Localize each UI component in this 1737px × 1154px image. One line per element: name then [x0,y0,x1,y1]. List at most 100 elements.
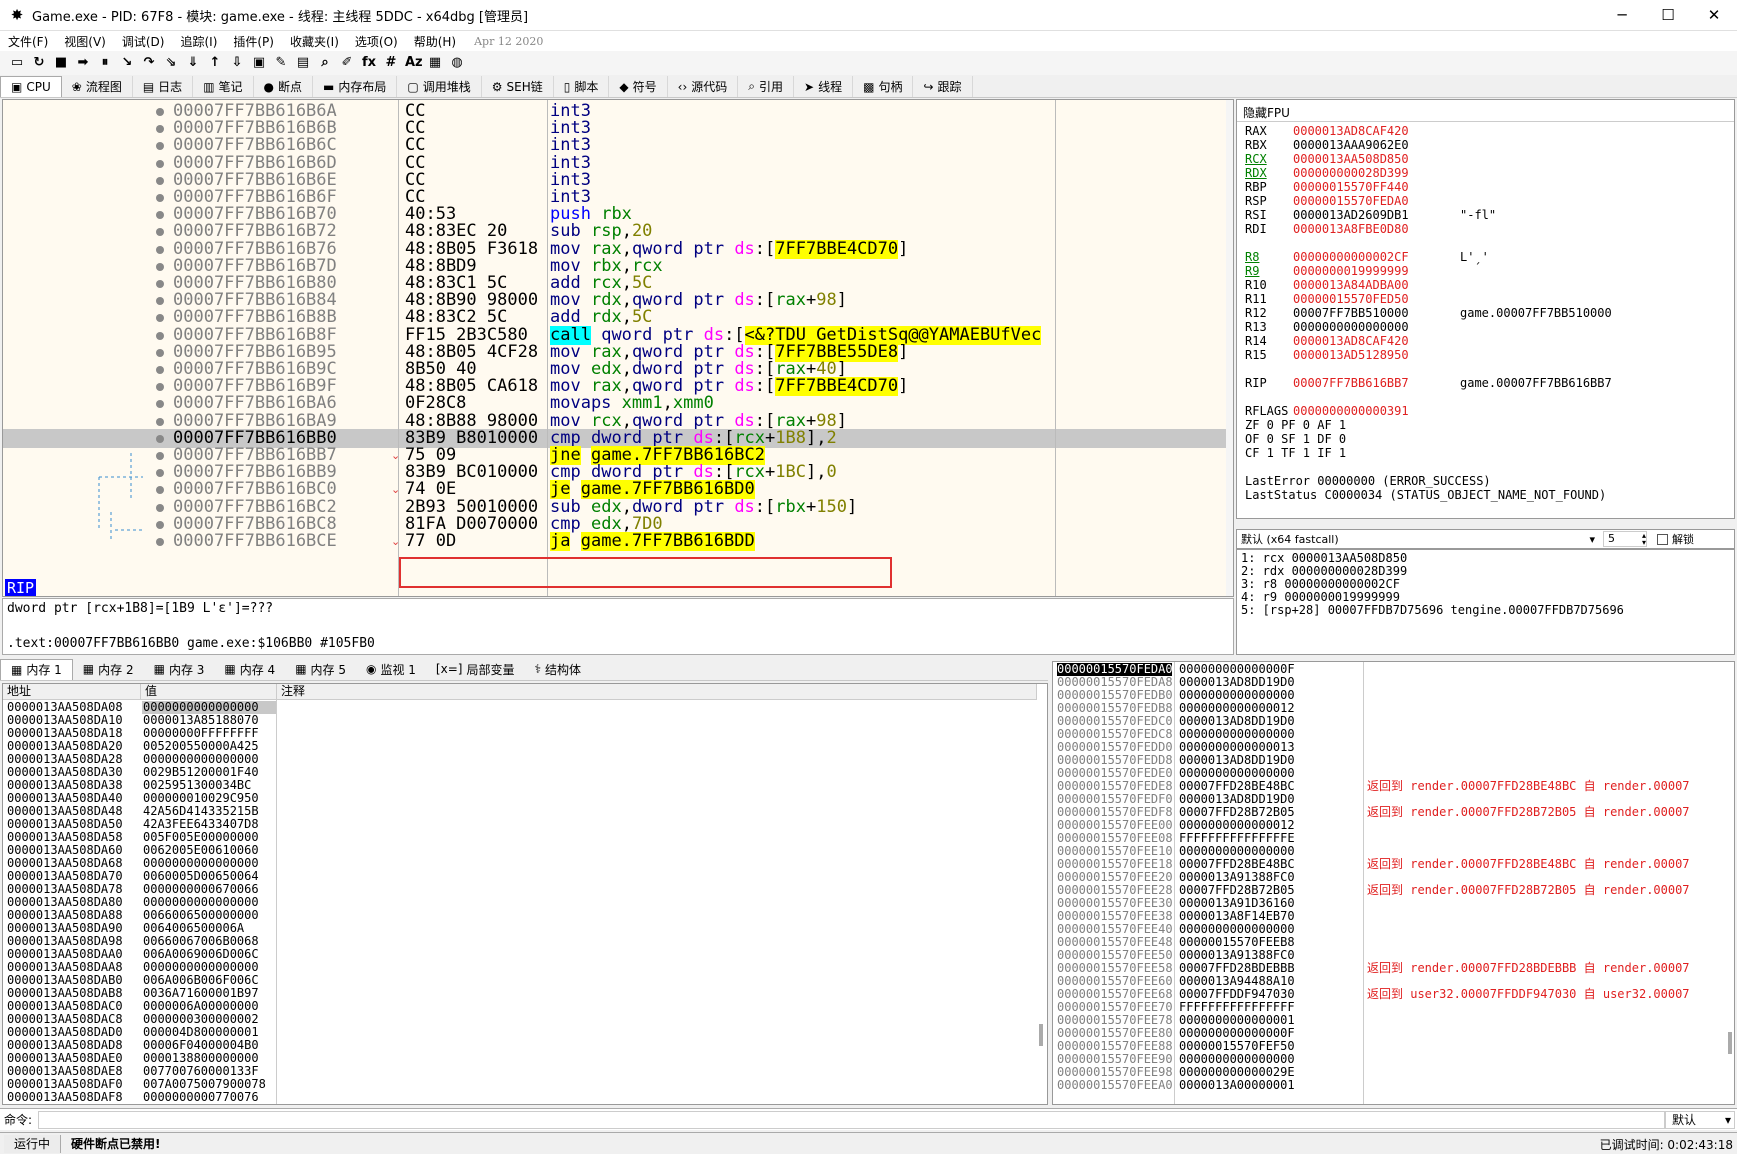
scylla-icon[interactable]: ▣ [251,55,267,71]
stack-row[interactable]: 00000015570FEE58 00007FFD28BDEBBB 返回到 rend… [1053,962,1734,975]
register-row[interactable]: RDI 0000013A8FBE0D80 [1245,222,1460,236]
argument-row[interactable]: 5: [rsp+28] 00007FFDB7D75696 tengine.000… [1241,604,1624,617]
tab-3[interactable]: ▥ 笔记 [193,76,254,97]
tab-11[interactable]: ⌕ 引用 [738,76,795,97]
breakpoint-dot-icon[interactable] [156,314,164,323]
breakpoint-dot-icon[interactable] [156,108,164,116]
open-icon[interactable]: ▭ [9,55,25,71]
stack-row[interactable]: 00000015570FEDA8 0000013AD8DD19D0 [1053,676,1734,689]
stack-row[interactable]: 00000015570FEE70 FFFFFFFFFFFFFFFF [1053,1001,1734,1014]
label-icon[interactable]: ⌕ [317,55,333,71]
tab-0[interactable]: ▣ CPU [0,76,62,97]
register-value[interactable]: 00007FF7BB510000 [1293,306,1460,320]
stack-row[interactable]: 00000015570FEDB0 0000000000000000 [1053,689,1734,702]
stack-row[interactable]: 00000015570FEDD8 0000013AD8DD19D0 [1053,754,1734,767]
register-row[interactable]: RIP 00007FF7BB616BB7 game.00007FF7BB616BB7 [1245,376,1612,390]
stack-row[interactable]: 00000015570FEE00 0000000000000012 [1053,819,1734,832]
register-row[interactable]: RBX 0000013AAA9062E0 [1245,138,1460,152]
stack-row[interactable]: 00000015570FEDE8 00007FFD28BE48BC 返回到 rend… [1053,780,1734,793]
tab-14[interactable]: ↪ 跟踪 [913,76,973,97]
breakpoint-dot-icon[interactable] [156,228,164,237]
calculator-icon[interactable]: ▦ [427,55,443,71]
breakpoint-dot-icon[interactable] [156,262,164,271]
register-row[interactable]: RSI 0000013AD2609DB1 "-fl" [1245,208,1496,222]
patch-icon[interactable]: ✎ [273,55,289,71]
register-value[interactable]: 0000000019999999 [1293,264,1460,278]
menu-view[interactable]: 视图(V) [56,33,114,50]
hash-icon[interactable]: # [383,55,399,71]
tab-2[interactable]: ▤ 日志 [133,76,194,97]
register-value[interactable]: 00007FF7BB616BB7 [1293,376,1460,390]
trace-into-icon[interactable]: ⇘ [163,55,179,71]
stack-row[interactable]: 00000015570FEE98 000000000000029E [1053,1066,1734,1079]
breakpoint-dot-icon[interactable] [156,331,164,340]
tab-6[interactable]: ▢ 调用堆栈 [397,76,482,97]
tab-13[interactable]: ▩ 句柄 [853,76,914,97]
dump-tab-6[interactable]: [x=] 局部变量 [426,659,525,680]
restart-icon[interactable]: ↻ [31,55,47,71]
register-row[interactable]: RSP 00000015570FEDA0 [1245,194,1460,208]
register-value[interactable]: 00000015570FED50 [1293,292,1460,306]
breakpoint-dot-icon[interactable] [156,245,164,254]
stack-row[interactable]: 00000015570FEE28 00007FFD28B72B05 返回到 rend… [1053,884,1734,897]
menu-options[interactable]: 选项(O) [347,33,406,50]
dump-scrollbar[interactable] [1039,1024,1043,1046]
function-icon[interactable]: fx [361,55,377,71]
stack-row[interactable]: 00000015570FEE88 00000015570FEF50 [1053,1040,1734,1053]
run-icon[interactable]: ➡ [75,55,91,71]
tab-12[interactable]: ➤ 线程 [794,76,854,97]
memory-dump-view[interactable]: 地址 值 注释 0000013AA508DA08 0000000000000000… [2,683,1048,1105]
toggle-fpu-button[interactable]: 隐藏FPU [1237,100,1734,122]
stack-row[interactable]: 00000015570FEE90 0000000000000000 [1053,1053,1734,1066]
register-row[interactable]: R8 00000000000002CF L'ˏ' [1245,250,1489,264]
register-row[interactable]: RDX 000000000028D399 [1245,166,1460,180]
breakpoint-dot-icon[interactable] [156,434,164,443]
tab-7[interactable]: ⚙ SEH链 [482,76,554,97]
menu-debug[interactable]: 调试(D) [114,33,173,50]
stack-scrollbar[interactable] [1728,1032,1732,1054]
stack-row[interactable]: 00000015570FEDC0 0000013AD8DD19D0 [1053,715,1734,728]
breakpoint-dot-icon[interactable] [156,383,164,392]
font-icon[interactable]: Aᴢ [405,55,423,71]
register-row[interactable]: R15 0000013AD5128950 [1245,348,1460,362]
tab-8[interactable]: ▯ 脚本 [554,76,610,97]
breakpoint-dot-icon[interactable] [156,538,164,546]
stack-row[interactable]: 00000015570FEDD0 0000000000000013 [1053,741,1734,754]
dump-tab-7[interactable]: ⚕ 结构体 [524,659,591,680]
menu-trace[interactable]: 追踪(I) [172,33,225,50]
stack-view[interactable]: 00000015570FEDA0 000000000000000F 00000015… [1052,661,1735,1105]
register-row[interactable]: RCX 0000013AA508D850 [1245,152,1460,166]
register-value[interactable]: 0000000000000000 [1293,320,1460,334]
tab-10[interactable]: ‹› 源代码 [668,76,739,97]
tab-1[interactable]: ❀ 流程图 [62,76,133,97]
tab-9[interactable]: ◆ 符号 [609,76,668,97]
stack-row[interactable]: 00000015570FEDA0 000000000000000F [1053,663,1734,676]
disasm-row[interactable]: 00007FF7BB616BCE 77 0D ja game.7FF7BB616BD… [3,532,1233,551]
dump-tab-1[interactable]: ▦ 内存 2 [73,659,144,680]
register-row[interactable]: R12 00007FF7BB510000 game.00007FF7BB510000 [1245,306,1612,320]
register-row[interactable]: R13 0000000000000000 [1245,320,1460,334]
register-value[interactable]: 0000000000000391 [1293,404,1460,418]
breakpoint-dot-icon[interactable] [156,486,164,495]
breakpoint-dot-icon[interactable] [156,417,164,426]
dump-tab-4[interactable]: ▦ 内存 5 [285,659,356,680]
breakpoint-dot-icon[interactable] [156,452,164,460]
register-value[interactable]: 0000013A8FBE0D80 [1293,222,1460,236]
unlock-checkbox[interactable]: 解锁 [1657,531,1694,547]
close-button[interactable]: ✕ [1691,0,1737,31]
breakpoint-dot-icon[interactable] [156,142,164,151]
breakpoint-dot-icon[interactable] [156,400,164,409]
command-mode-select[interactable]: 默认 ▾ [1665,1110,1735,1129]
dump-header-value[interactable]: 值 [141,684,277,700]
menu-help[interactable]: 帮助(H) [406,33,464,50]
stack-row[interactable]: 00000015570FEE30 0000013A91D36160 [1053,897,1734,910]
stack-row[interactable]: 00000015570FEE68 00007FFDDF947030 返回到 user… [1053,988,1734,1001]
dump-tab-2[interactable]: ▦ 内存 3 [144,659,215,680]
register-value[interactable]: 0000013AD2609DB1 [1293,208,1460,222]
dump-tab-5[interactable]: ◉ 监视 1 [356,659,426,680]
menu-favourites[interactable]: 收藏夹(I) [282,33,347,50]
stop-icon[interactable]: ■ [53,55,69,71]
register-value[interactable]: 0000013AD8CAF420 [1293,334,1460,348]
calling-convention-select[interactable]: 默认 (x64 fastcall) ▾ [1237,531,1599,547]
register-row[interactable]: RBP 00000015570FF440 [1245,180,1460,194]
